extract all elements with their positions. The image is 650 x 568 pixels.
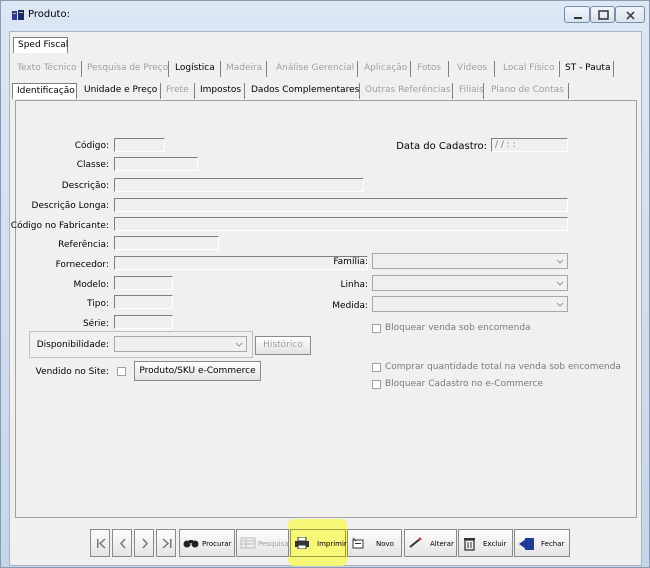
alterar-button[interactable]: Alterar	[404, 529, 457, 557]
tab-plano-de-contas[interactable]: Plano de Contas	[487, 83, 569, 99]
tab-texto-tecnico[interactable]: Texto Técnico	[13, 61, 82, 77]
codigo-label: Código:	[74, 141, 109, 151]
previous-record-icon	[119, 538, 126, 549]
tab-analise-gerencial[interactable]: Análise Gerencial	[272, 61, 358, 77]
tab-logistica[interactable]: Logística	[171, 61, 221, 77]
modelo-label: Modelo:	[73, 280, 109, 290]
familia-select[interactable]	[372, 253, 568, 269]
codigo-fabricante-field[interactable]	[114, 217, 568, 231]
data-cadastro-label: Data do Cadastro:	[396, 141, 487, 152]
tab-aplicacao[interactable]: Aplicação	[360, 61, 411, 77]
tab-dados-complementares[interactable]: Dados Complementares	[247, 83, 360, 99]
trash-icon	[464, 538, 475, 551]
comprar-quantidade-checkbox[interactable]	[372, 363, 381, 372]
printer-icon	[295, 537, 309, 549]
tab-identificacao[interactable]: Identificação	[12, 83, 77, 99]
familia-label: Família:	[333, 257, 368, 267]
bloquear-cadastro-label: Bloquear Cadastro no e-Commerce	[385, 379, 544, 389]
linha-select[interactable]	[372, 275, 568, 291]
tab-sped-fiscal[interactable]: Sped Fiscal	[13, 37, 68, 53]
product-icon	[12, 10, 24, 20]
codigo-field[interactable]	[114, 138, 165, 152]
modelo-field[interactable]	[114, 276, 173, 290]
chevron-down-icon	[235, 342, 243, 347]
chevron-down-icon	[556, 302, 564, 307]
minimize-button[interactable]	[564, 6, 590, 23]
serie-label: Série:	[82, 319, 109, 329]
fornecedor-label: Fornecedor:	[55, 260, 109, 270]
exit-icon	[519, 538, 534, 550]
close-button[interactable]	[615, 6, 645, 23]
descricao-longa-field[interactable]	[114, 198, 568, 212]
tab-st-pauta[interactable]: ST - Pauta	[561, 61, 614, 77]
tab-impostos[interactable]: Impostos	[196, 83, 245, 99]
tab-outras-referencias[interactable]: Outras Referências	[361, 83, 453, 99]
vendido-site-checkbox[interactable]	[117, 367, 126, 376]
linha-label: Linha:	[340, 280, 368, 290]
classe-field[interactable]	[114, 157, 198, 171]
tab-pesquisa-de-preco[interactable]: Pesquisa de Preço	[83, 61, 169, 77]
descricao-field[interactable]	[114, 178, 364, 192]
close-icon	[626, 11, 635, 20]
vendido-site-label: Vendido no Site:	[35, 367, 109, 377]
chevron-down-icon	[556, 281, 564, 286]
first-record-button[interactable]	[90, 529, 110, 557]
last-record-icon	[162, 538, 172, 549]
grid-icon	[240, 537, 256, 549]
tab-videos[interactable]: Vídeos	[453, 61, 495, 77]
tipo-label: Tipo:	[87, 299, 109, 309]
tipo-field[interactable]	[114, 295, 173, 309]
produto-window: Produto: Sped Fiscal Texto Técnico Pesqu…	[0, 0, 650, 568]
data-cadastro-field[interactable]: / / : :	[491, 138, 568, 152]
edit-icon	[409, 537, 422, 548]
excluir-button[interactable]: Excluir	[458, 529, 513, 557]
novo-button[interactable]: Novo	[347, 529, 402, 557]
title-bar[interactable]: Produto:	[1, 1, 649, 27]
disponibilidade-select[interactable]	[114, 336, 247, 352]
tab-madeira[interactable]: Madeira	[222, 61, 267, 77]
descricao-longa-label: Descrição Longa:	[31, 201, 109, 211]
tab-unidade-e-preco[interactable]: Unidade e Preço	[80, 83, 161, 99]
imprimir-button[interactable]: Imprimir	[290, 529, 347, 557]
minimize-icon	[574, 17, 582, 19]
comprar-quantidade-label: Comprar quantidade total na venda sob en…	[385, 362, 621, 372]
bloquear-cadastro-checkbox[interactable]	[372, 380, 381, 389]
referencia-field[interactable]	[114, 236, 219, 250]
maximize-icon	[598, 10, 609, 20]
codigo-fabricante-label: Código no Fabricante:	[10, 221, 109, 231]
tab-local-fisico[interactable]: Local Físico	[499, 61, 560, 77]
last-record-button[interactable]	[156, 529, 176, 557]
previous-record-button[interactable]	[112, 529, 132, 557]
new-record-icon	[352, 537, 364, 549]
procurar-button[interactable]: Procurar	[179, 529, 235, 557]
bloquear-venda-label: Bloquear venda sob encomenda	[385, 323, 531, 333]
medida-label: Medida:	[332, 301, 368, 311]
tab-frete[interactable]: Frete	[162, 83, 195, 99]
next-record-icon	[142, 538, 149, 549]
historico-button[interactable]: Histórico	[255, 336, 311, 355]
tab-filiais[interactable]: Filiais	[455, 83, 484, 99]
binoculars-icon	[183, 540, 199, 548]
next-record-button[interactable]	[134, 529, 154, 557]
first-record-icon	[97, 538, 106, 549]
referencia-label: Referência:	[58, 240, 109, 250]
medida-select[interactable]	[372, 296, 568, 312]
pesquisa-button[interactable]: Pesquisa	[236, 529, 289, 557]
fechar-button[interactable]: Fechar	[514, 529, 570, 557]
classe-label: Classe:	[76, 160, 109, 170]
tab-fotos[interactable]: Fotos	[413, 61, 449, 77]
chevron-down-icon	[556, 259, 564, 264]
window-title: Produto:	[28, 9, 70, 20]
produto-sku-button[interactable]: Produto/SKU e-Commerce	[134, 361, 261, 381]
serie-field[interactable]	[114, 315, 173, 329]
maximize-button[interactable]	[590, 6, 615, 23]
descricao-label: Descrição:	[61, 181, 109, 191]
bloquear-venda-checkbox[interactable]	[372, 324, 381, 333]
disponibilidade-label: Disponibilidade:	[36, 340, 109, 350]
